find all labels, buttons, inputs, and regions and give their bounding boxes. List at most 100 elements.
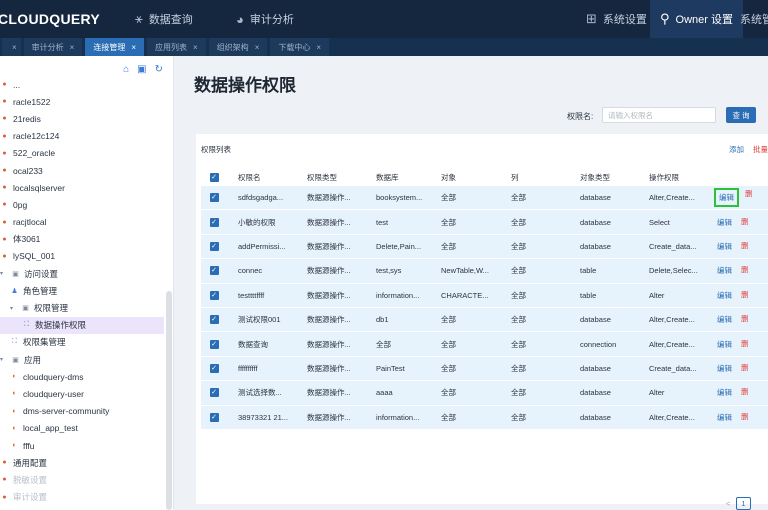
sidebar-tree-item[interactable]: ◐ dms-server-community [0, 403, 164, 420]
row-checkbox[interactable]: ✓ [201, 412, 227, 422]
close-icon[interactable]: × [12, 43, 17, 52]
home-icon[interactable]: ⌂ [123, 64, 129, 75]
nav-owner-settings[interactable]: ⚲ Owner 设置 [650, 0, 743, 38]
row-checkbox[interactable]: ✓ [201, 290, 227, 300]
table-row[interactable]: ✓ ffffffffff 数据源操作... PainTest 全部 全部 database C… [201, 356, 768, 382]
table-body: ✓ sdfdsgadga... 数据源操作... booksystem... 全部 全部 d… [201, 186, 768, 430]
close-icon[interactable]: × [131, 43, 136, 52]
table-row[interactable]: ✓ 测试权限001 数据源操作... db1 全部 全部 database Alter,Cre… [201, 307, 768, 333]
edit-button[interactable]: 编辑 [714, 264, 735, 277]
table-row[interactable]: ✓ 测试选择数... 数据源操作... aaaa 全部 全部 database Alter 编辑… [201, 381, 768, 406]
edit-button[interactable]: 编辑 [714, 362, 735, 375]
sidebar-tree-item[interactable]: ▾ ▣ 访问设置 [0, 265, 164, 282]
nav-data-query[interactable]: ⚹ 数据查询 [135, 0, 193, 38]
edit-button[interactable]: 编辑 [714, 411, 735, 424]
row-checkbox[interactable]: ✓ [201, 193, 227, 203]
delete-button[interactable]: 删 [741, 338, 749, 351]
sidebar-tree-item[interactable]: ● racle1522 [0, 93, 164, 110]
sidebar-tree-item[interactable]: ● lySQL_001 [0, 248, 164, 265]
nav-system-settings[interactable]: ⊞ 系统设置 [586, 0, 647, 38]
delete-button[interactable]: 删 [741, 386, 749, 399]
chevron-down-icon[interactable]: ▾ [10, 305, 17, 312]
table-row[interactable]: ✓ addPermissi... 数据源操作... Delete,Pain... 全部 全… [201, 234, 768, 260]
row-checkbox[interactable]: ✓ [201, 266, 227, 276]
sidebar-tree-item[interactable]: ● localsqlserver [0, 179, 164, 196]
delete-button[interactable]: 删 [741, 289, 749, 302]
select-all-checkbox[interactable]: ✓ [201, 172, 227, 182]
delete-button[interactable]: 删 [741, 411, 749, 424]
sidebar-tree-item[interactable]: ◐ cloudquery-user [0, 385, 164, 402]
table-row[interactable]: ✓ 小敏的权限 数据源操作... test 全部 全部 database Select 编辑删 [201, 210, 768, 235]
table-row[interactable]: ✓ 数据查询 数据源操作... 全部 全部 全部 connection Alter,Creat… [201, 332, 768, 357]
row-checkbox[interactable]: ✓ [201, 363, 227, 373]
sidebar-tree-item[interactable]: ● 脱敏设置 [0, 471, 164, 488]
sidebar-tree-item[interactable]: ● 审计设置 [0, 489, 164, 506]
table-cell: database [580, 388, 611, 398]
chevron-down-icon[interactable]: ▾ [0, 270, 7, 277]
page-number[interactable]: 1 [736, 497, 751, 510]
row-checkbox[interactable]: ✓ [201, 339, 227, 349]
close-icon[interactable]: × [193, 43, 198, 52]
sidebar-tree-item[interactable]: ⛶ 权限集管理 [0, 334, 164, 351]
sidebar-tree-item[interactable]: ● 通用配置 [0, 454, 164, 471]
sidebar-tree-item[interactable]: ● racjtlocal [0, 214, 164, 231]
tab-0[interactable]: × [2, 38, 21, 56]
row-checkbox[interactable]: ✓ [201, 241, 227, 251]
tab-audit-analysis[interactable]: 审计分析 × [23, 38, 83, 56]
refresh-icon[interactable]: ↻ [155, 64, 163, 75]
sidebar-tree-item[interactable]: ● racle12c124 [0, 128, 164, 145]
edit-button[interactable]: 编辑 [714, 216, 735, 229]
sidebar-tree-item[interactable]: ◐ cloudquery-dms [0, 368, 164, 385]
sidebar-tree-item[interactable]: ● 522_oracle [0, 145, 164, 162]
row-checkbox[interactable]: ✓ [201, 388, 227, 398]
sidebar-tree-item[interactable]: ▾ ▣ 权限管理 [0, 299, 164, 316]
delete-button[interactable]: 删 [741, 264, 749, 277]
window-icon[interactable]: ▣ [137, 64, 146, 75]
sidebar-tree-item[interactable]: ◐ fffu [0, 437, 164, 454]
tab-download-center[interactable]: 下载中心 × [270, 38, 330, 56]
delete-button[interactable]: 删 [741, 240, 749, 253]
table-row[interactable]: ✓ testtttffff 数据源操作... information... CHARAC… [201, 283, 768, 308]
query-button[interactable]: 查 询 [726, 107, 756, 123]
table-row[interactable]: ✓ sdfdsgadga... 数据源操作... booksystem... 全部 全部 d… [201, 186, 768, 211]
edit-button[interactable]: 编辑 [714, 338, 735, 351]
prev-page-icon[interactable]: < [726, 499, 730, 508]
table-cell: 全部 [441, 217, 456, 227]
permission-name-input[interactable] [602, 107, 716, 123]
sidebar-tree-item[interactable]: ● 0pg [0, 196, 164, 213]
chevron-down-icon[interactable]: ▾ [0, 356, 7, 363]
nav-audit-analysis[interactable]: ◕ 审计分析 [236, 0, 294, 38]
edit-button[interactable]: 编辑 [714, 188, 739, 208]
tab-org-structure[interactable]: 组织架构 × [208, 38, 268, 56]
close-icon[interactable]: × [316, 43, 321, 52]
row-checkbox[interactable]: ✓ [201, 315, 227, 325]
edit-button[interactable]: 编辑 [714, 313, 735, 326]
sidebar-tree-item[interactable]: ● 21redis [0, 110, 164, 127]
batch-delete-button[interactable]: 批量 [753, 144, 768, 155]
nav-system-manage[interactable]: 系统管 [740, 0, 768, 38]
delete-button[interactable]: 删 [741, 362, 749, 375]
sidebar-tree-item[interactable]: ● ocal233 [0, 162, 164, 179]
sidebar-tree-item[interactable]: ● 体3061 [0, 231, 164, 248]
sidebar-tree-item[interactable]: ♟ 角色管理 [0, 282, 164, 299]
sidebar-tree-item[interactable]: ◐ local_app_test [0, 420, 164, 437]
tab-connection-manage[interactable]: 连接管理 × [85, 38, 145, 56]
row-checkbox[interactable]: ✓ [201, 217, 227, 227]
sidebar-scrollbar[interactable] [166, 291, 172, 510]
sidebar-tree-item[interactable]: ▾ ▣ 应用 [0, 351, 164, 368]
sidebar-tree-item[interactable]: ●... [0, 76, 164, 93]
sidebar-tree-item[interactable]: ⛶ 数据操作权限 [0, 316, 164, 334]
table-row[interactable]: ✓ 38973321 21... 数据源操作... information... 全部 全… [201, 405, 768, 430]
close-icon[interactable]: × [70, 43, 75, 52]
tab-app-list[interactable]: 应用列表 × [147, 38, 206, 56]
table-cell: 全部 [441, 193, 456, 203]
add-button[interactable]: 添加 [729, 144, 744, 155]
edit-button[interactable]: 编辑 [714, 386, 735, 399]
delete-button[interactable]: 删 [745, 188, 753, 207]
table-row[interactable]: ✓ connec 数据源操作... test,sys NewTable,W... 全部 ta… [201, 259, 768, 284]
delete-button[interactable]: 删 [741, 216, 749, 229]
delete-button[interactable]: 删 [741, 313, 749, 326]
edit-button[interactable]: 编辑 [714, 240, 735, 253]
close-icon[interactable]: × [255, 43, 260, 52]
edit-button[interactable]: 编辑 [714, 289, 735, 302]
